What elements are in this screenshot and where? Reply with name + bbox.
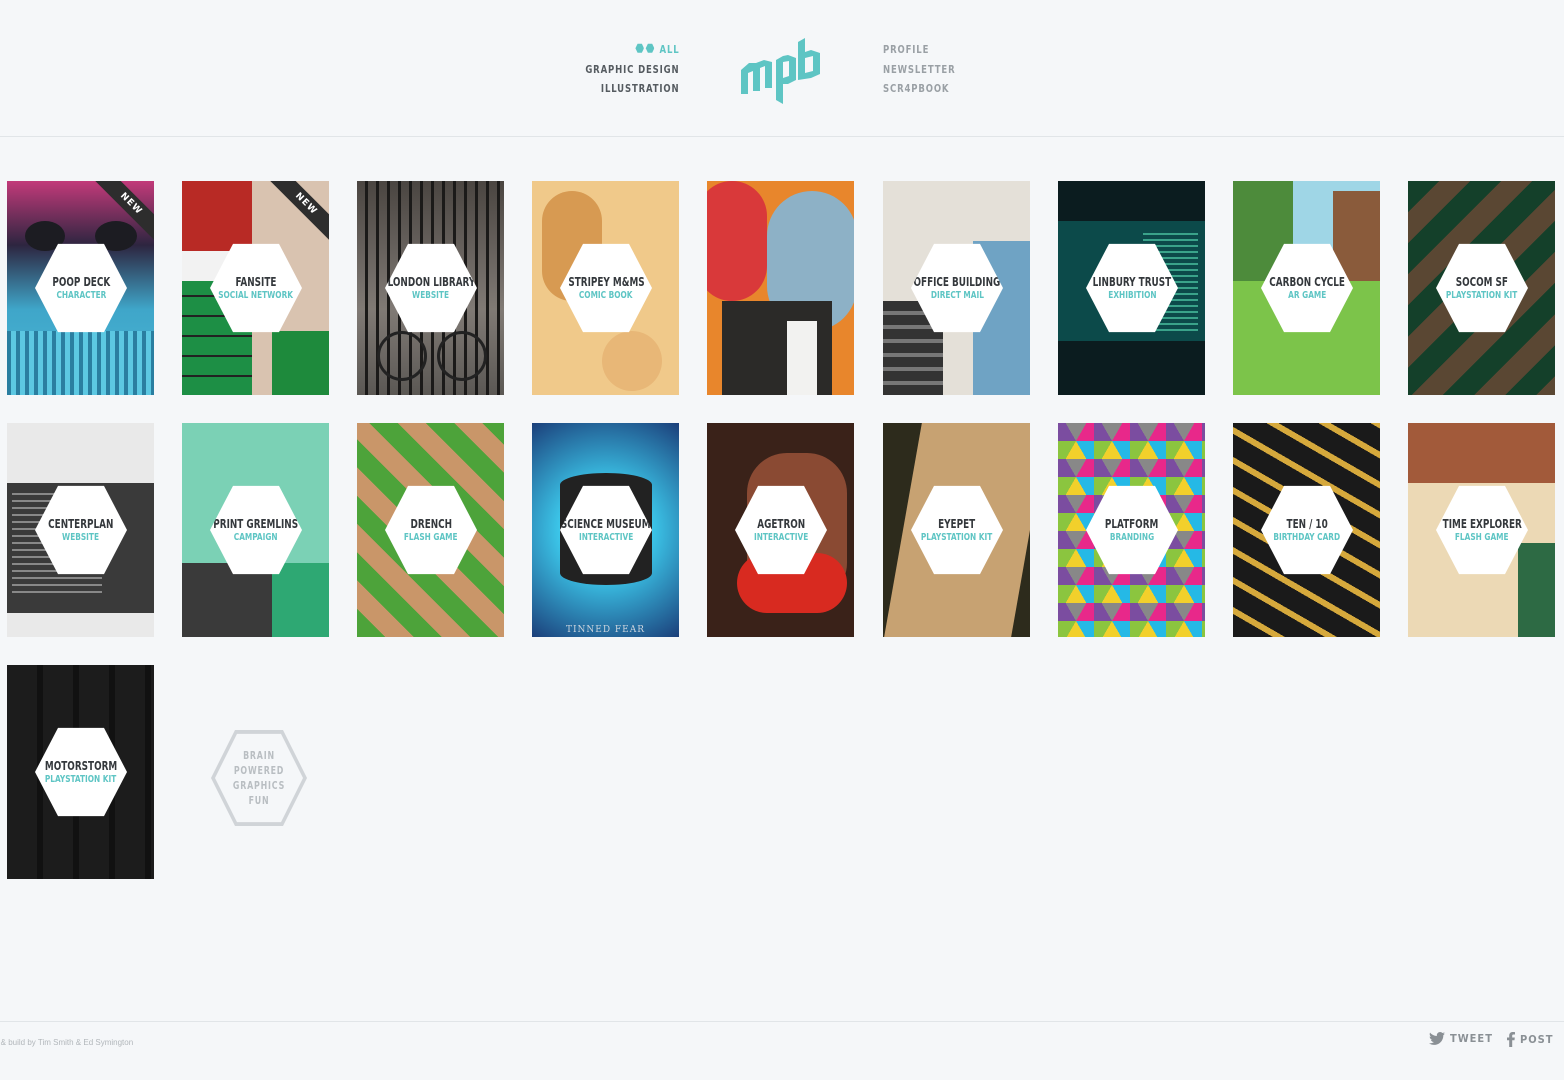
post-label: POST: [1520, 1033, 1554, 1046]
filter-all[interactable]: ALL: [586, 40, 680, 60]
project-title: SCIENCE MUSEUM: [561, 516, 651, 531]
project-tile-motorstorm[interactable]: MOTORSTORM PLAYSTATION KIT: [7, 665, 154, 879]
project-title: PRINT GREMLINS: [213, 516, 299, 531]
project-tile-office[interactable]: OFFICE BUILDING DIRECT MAIL: [883, 181, 1030, 395]
project-title: LINBURY TRUST: [1092, 274, 1172, 289]
project-category: INTERACTIVE: [578, 531, 634, 543]
site-header: ALL GRAPHIC DESIGN ILLUSTRATION PROFILE …: [0, 0, 1564, 137]
project-category: BRANDING: [1109, 531, 1155, 543]
project-title: STRIPEY M&MS: [567, 274, 645, 289]
project-title: LONDON LIBRARY: [387, 274, 475, 289]
mpb-logo[interactable]: [738, 18, 828, 104]
project-tile-carbon[interactable]: CARBON CYCLE AR GAME: [1233, 181, 1380, 395]
project-tile-linbury[interactable]: LINBURY TRUST EXHIBITION: [1058, 181, 1205, 395]
project-category: PLAYSTATION KIT: [45, 773, 117, 785]
project-tile-science[interactable]: TINNED FEAR SCIENCE MUSEUM INTERACTIVE: [532, 423, 679, 637]
filter-all-label: ALL: [659, 43, 680, 56]
project-title: TIME EXPLORER: [1442, 516, 1522, 531]
promo-hexagon: BRAIN POWERED GRAPHICS FUN: [211, 730, 307, 826]
project-title: DRENCH: [410, 516, 452, 531]
filter-illustration[interactable]: ILLUSTRATION: [586, 79, 680, 99]
project-tile-platform[interactable]: PLATFORM BRANDING: [1058, 423, 1205, 637]
project-category: SOCIAL NETWORK: [218, 289, 294, 301]
site-nav: PROFILE NEWSLETTER SCR4PBOOK: [883, 40, 967, 99]
project-title: PLATFORM: [1105, 516, 1159, 531]
project-tile-poop-deck[interactable]: POOP DECK CHARACTER NEW: [7, 181, 154, 395]
twitter-bird-icon: [1429, 1032, 1445, 1045]
nav-profile[interactable]: PROFILE: [883, 40, 956, 60]
nav-newsletter[interactable]: NEWSLETTER: [883, 60, 956, 80]
nav-scr4pbook[interactable]: SCR4PBOOK: [883, 79, 956, 99]
project-tile-gremlins[interactable]: PRINT GREMLINS CAMPAIGN: [182, 423, 329, 637]
hex-dots-icon: [635, 40, 657, 60]
credit-text: n & build by Tim Smith & Ed Symington: [0, 1038, 134, 1047]
project-title: FANSITE: [235, 274, 277, 289]
project-title: EYEPET: [938, 516, 976, 531]
project-title: MOTORSTORM: [44, 758, 118, 773]
project-category: AR GAME: [1287, 289, 1327, 301]
project-title: AGETRON: [757, 516, 805, 531]
science-caption: TINNED FEAR: [565, 625, 646, 635]
project-tile-london-library[interactable]: LONDON LIBRARY WEBSITE: [357, 181, 504, 395]
project-tile-time[interactable]: TIME EXPLORER FLASH GAME: [1408, 423, 1555, 637]
project-tile-agetron[interactable]: AGETRON INTERACTIVE: [707, 423, 854, 637]
site-footer: n & build by Tim Smith & Ed Symington TW…: [0, 1021, 1564, 1080]
project-category: FLASH GAME: [404, 531, 458, 543]
project-title: CARBON CYCLE: [1269, 274, 1345, 289]
facebook-icon: [1507, 1032, 1515, 1047]
tweet-button[interactable]: TWEET: [1429, 1032, 1493, 1045]
filter-graphic-design[interactable]: GRAPHIC DESIGN: [586, 60, 680, 80]
project-category: WEBSITE: [412, 289, 450, 301]
project-tile-stripey[interactable]: STRIPEY M&MS COMIC BOOK: [532, 181, 679, 395]
project-category: CAMPAIGN: [234, 531, 278, 543]
category-filter-nav: ALL GRAPHIC DESIGN ILLUSTRATION: [570, 40, 680, 99]
project-category: BIRTHDAY CARD: [1273, 531, 1341, 543]
project-thumbnail: [707, 181, 854, 395]
project-category: WEBSITE: [62, 531, 100, 543]
project-category: PLAYSTATION KIT: [921, 531, 993, 543]
project-category: DIRECT MAIL: [930, 289, 984, 301]
project-tile-centerplan[interactable]: CENTERPLAN WEBSITE: [7, 423, 154, 637]
post-button[interactable]: POST: [1507, 1032, 1554, 1047]
project-tile-ten[interactable]: TEN / 10 BIRTHDAY CARD: [1233, 423, 1380, 637]
project-tile-drench[interactable]: DRENCH FLASH GAME: [357, 423, 504, 637]
project-title: CENTERPLAN: [48, 516, 114, 531]
project-title: OFFICE BUILDING: [913, 274, 1001, 289]
project-tile-fansite[interactable]: FANSITE SOCIAL NETWORK NEW: [182, 181, 329, 395]
project-tile-eyepet[interactable]: EYEPET PLAYSTATION KIT: [883, 423, 1030, 637]
project-category: INTERACTIVE: [753, 531, 809, 543]
project-category: FLASH GAME: [1455, 531, 1509, 543]
project-title: TEN / 10: [1286, 516, 1328, 531]
project-category: COMIC BOOK: [579, 289, 633, 301]
project-category: EXHIBITION: [1107, 289, 1157, 301]
project-title: POOP DECK: [52, 274, 110, 289]
project-title: SOCOM SF: [1455, 274, 1509, 289]
promo-text: BRAIN POWERED GRAPHICS FUN: [232, 749, 286, 807]
project-tile-socom[interactable]: SOCOM SF PLAYSTATION KIT: [1408, 181, 1555, 395]
project-category: PLAYSTATION KIT: [1446, 289, 1518, 301]
project-tile-creatures[interactable]: [707, 181, 854, 395]
tweet-label: TWEET: [1450, 1032, 1493, 1045]
project-category: CHARACTER: [56, 289, 106, 301]
